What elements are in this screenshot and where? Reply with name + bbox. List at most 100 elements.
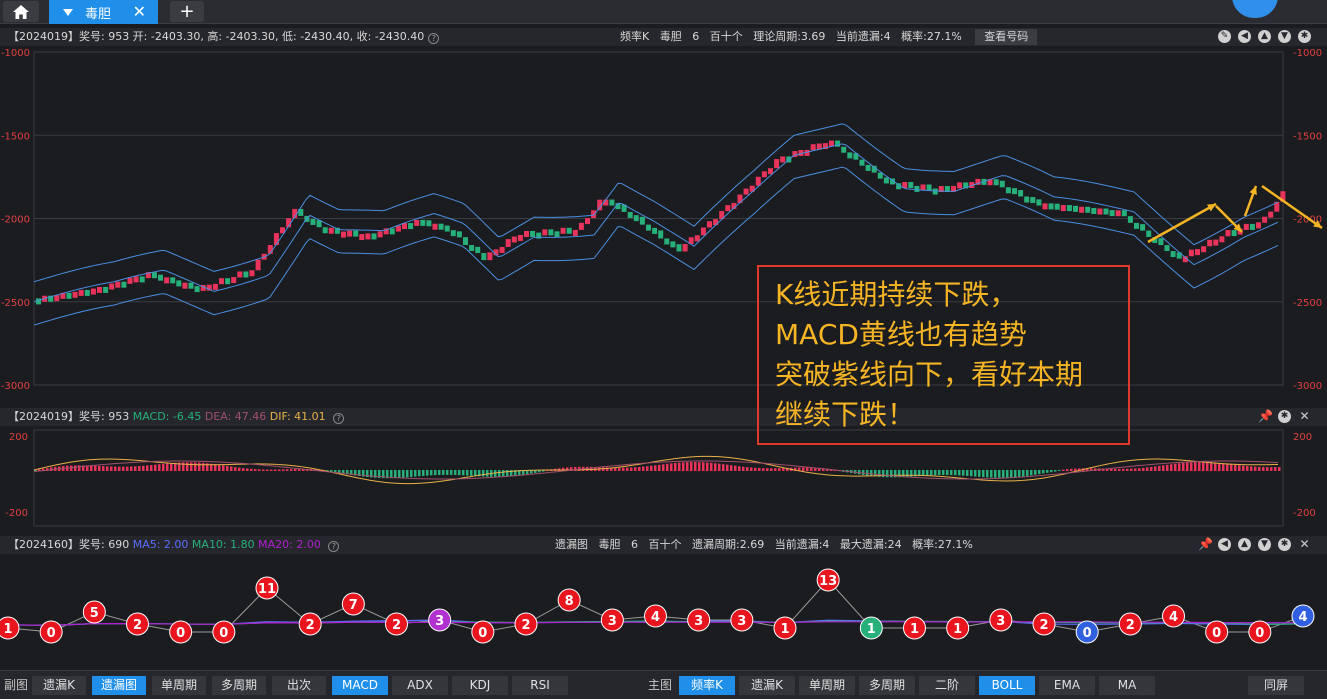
main-single-period-button[interactable]: 单周期 xyxy=(799,676,855,695)
back-icon[interactable]: ◀ xyxy=(1218,538,1231,551)
up-icon[interactable]: ▲ xyxy=(1258,30,1271,43)
kline-candle xyxy=(414,219,420,226)
macd-bar xyxy=(954,470,957,476)
main-second-order-button[interactable]: 二阶 xyxy=(919,676,975,695)
macd-bar xyxy=(226,465,229,471)
macd-bar xyxy=(1242,465,1245,471)
close-icon[interactable]: ✕ xyxy=(133,2,146,21)
help-icon[interactable]: ? xyxy=(428,33,440,44)
macd-bar xyxy=(462,470,465,476)
macd-bar xyxy=(1034,470,1037,475)
macd-bar xyxy=(1150,466,1153,471)
macd-bar xyxy=(1262,467,1265,471)
miss-max: 最大遗漏:24 xyxy=(839,538,902,551)
help-icon[interactable]: ? xyxy=(328,541,340,552)
kline-candle xyxy=(487,252,493,261)
y-tick-label-right: -1000 xyxy=(1293,48,1322,59)
sub-rsi-button[interactable]: RSI xyxy=(512,676,568,695)
up-icon[interactable]: ▲ xyxy=(1238,538,1251,551)
macd-bar xyxy=(1190,462,1193,471)
dropdown-icon[interactable] xyxy=(63,8,73,16)
sub-single-period-button[interactable]: 单周期 xyxy=(152,676,206,695)
main-ma-button[interactable]: MA xyxy=(1099,676,1155,695)
miss-point-label: 2 xyxy=(133,618,142,633)
macd-bar xyxy=(1066,469,1069,471)
down-icon[interactable]: ▼ xyxy=(1258,538,1271,551)
kline-candle xyxy=(1085,206,1091,213)
macd-bar xyxy=(1046,470,1049,473)
sub-yiloutu-button[interactable]: 遗漏图 xyxy=(92,676,146,695)
main-yilouk-button[interactable]: 遗漏K xyxy=(739,676,795,695)
macd-bar xyxy=(1186,462,1189,471)
kline-candle xyxy=(1188,249,1194,257)
miss-chart-panel[interactable]: 1 0 5 2 0 0 11 2 7 2 3 0 2 8 3 4 3 3 1 13 1 1 1 3 2 0 2 4 0 0 4 xyxy=(0,556,1327,668)
kline-candle xyxy=(103,286,109,293)
macd-bar xyxy=(74,465,77,471)
fullscreen-button[interactable]: 同屏 xyxy=(1248,676,1304,695)
kline-candle xyxy=(957,182,963,189)
settings-icon[interactable]: ✱ xyxy=(1278,410,1291,423)
tab-dudan[interactable]: 毒胆 ✕ xyxy=(49,0,158,24)
macd-bar xyxy=(738,466,741,471)
down-icon[interactable]: ▼ xyxy=(1278,30,1291,43)
y-tick-label-left: -3000 xyxy=(1,381,30,392)
macd-bar xyxy=(1022,470,1025,477)
home-button[interactable] xyxy=(3,1,39,22)
add-tab-button[interactable]: + xyxy=(170,1,204,22)
main-current-miss: 当前遗漏:4 xyxy=(835,30,891,43)
close-icon[interactable]: ✕ xyxy=(1298,538,1311,551)
kline-candle xyxy=(639,216,645,225)
kline-candle xyxy=(1256,222,1261,229)
pin-icon[interactable]: 📌 xyxy=(1198,538,1213,551)
kline-candle xyxy=(365,233,371,240)
main-multi-period-button[interactable]: 多周期 xyxy=(859,676,915,695)
sub-macd-button[interactable]: MACD xyxy=(332,676,388,695)
macd-bar xyxy=(946,470,949,475)
macd-bar xyxy=(962,470,965,476)
kline-candle xyxy=(847,152,853,159)
kline-candle xyxy=(914,185,920,192)
main-ema-button[interactable]: EMA xyxy=(1039,676,1095,695)
kline-candle xyxy=(1097,208,1103,215)
macd-bar xyxy=(1118,468,1121,471)
close-icon[interactable]: ✕ xyxy=(1298,410,1311,423)
kline-candle xyxy=(90,288,96,295)
app-logo[interactable] xyxy=(1232,0,1278,18)
kline-candle xyxy=(347,230,353,237)
y-tick-label-right: -3000 xyxy=(1293,381,1322,392)
macd-bar xyxy=(150,465,153,471)
sub-multi-period-button[interactable]: 多周期 xyxy=(212,676,266,695)
kline-candle xyxy=(1109,210,1115,217)
kline-candle xyxy=(243,271,249,278)
sub-adx-button[interactable]: ADX xyxy=(392,676,448,695)
macd-bar xyxy=(466,470,469,476)
plus-icon: + xyxy=(179,1,195,22)
sub-kdj-button[interactable]: KDJ xyxy=(452,676,508,695)
pin-icon[interactable]: 📌 xyxy=(1258,410,1273,423)
kline-candle xyxy=(1140,224,1146,231)
check-number-button[interactable]: 查看号码 xyxy=(975,29,1038,45)
macd-bar xyxy=(450,470,453,475)
kline-candle xyxy=(932,188,938,195)
macd-bar xyxy=(1206,462,1209,471)
miss-info-bar: 【2024160】奖号: 690 MA5: 2.00 MA10: 1.80 MA… xyxy=(0,536,1327,554)
main-boll-button[interactable]: BOLL xyxy=(979,676,1035,695)
macd-bar xyxy=(1226,463,1229,471)
main-type: 毒胆 xyxy=(659,30,682,43)
macd-bar xyxy=(274,469,277,471)
help-icon[interactable]: ? xyxy=(333,413,345,424)
back-icon[interactable]: ◀ xyxy=(1238,30,1251,43)
settings-icon[interactable]: ✱ xyxy=(1278,538,1291,551)
kline-candle xyxy=(591,210,597,219)
macd-bar xyxy=(282,469,285,471)
miss-chart[interactable]: 1 0520 011272 30283 4 3 31131 1 13 20240 04 xyxy=(0,556,1327,668)
sub-yilouk-button[interactable]: 遗漏K xyxy=(32,676,86,695)
main-pinlvk-button[interactable]: 频率K xyxy=(679,676,735,695)
macd-bar xyxy=(950,470,953,476)
settings-icon[interactable]: ✱ xyxy=(1298,30,1311,43)
edit-icon[interactable]: ✎ xyxy=(1218,30,1231,43)
sub-chuci-button[interactable]: 出次 xyxy=(272,676,326,695)
tab-bar: 毒胆 ✕ + xyxy=(0,0,1327,24)
macd-bar xyxy=(1146,467,1149,471)
macd-bar xyxy=(78,465,81,471)
